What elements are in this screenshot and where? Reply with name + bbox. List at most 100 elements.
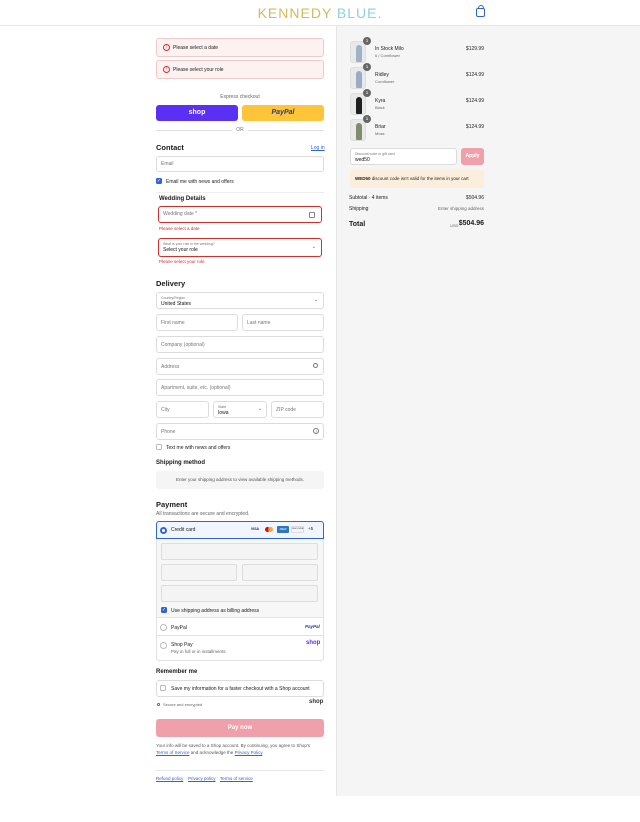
privacy-policy-link[interactable]: Privacy policy: [188, 776, 216, 781]
wedding-date-field[interactable]: Wedding date *: [158, 206, 322, 223]
quantity-badge: 1: [363, 89, 371, 97]
pay-now-button[interactable]: Pay now: [156, 719, 324, 737]
shop-pay-sublabel: Pay in full or in installments: [171, 649, 226, 654]
alert-icon: !: [163, 44, 170, 51]
apartment-field[interactable]: Apartment, suite, etc. (optional): [156, 379, 324, 396]
product-variant: Cornflower: [375, 79, 395, 84]
quantity-badge: 1: [363, 63, 371, 71]
chevron-down-icon: ⌄: [311, 244, 316, 250]
text-news-checkbox[interactable]: [156, 444, 162, 450]
apply-discount-button[interactable]: Apply: [461, 148, 484, 165]
total-label: Total: [349, 221, 366, 228]
shop-pay-radio[interactable]: [160, 642, 167, 649]
header: KENNEDY BLUE.: [0, 0, 640, 26]
terms-of-service-link[interactable]: Terms of service: [220, 776, 253, 781]
name-on-card-field[interactable]: [161, 585, 318, 602]
paypal-logo: PayPal: [305, 624, 320, 629]
state-value: Iowa: [218, 410, 229, 416]
shopping-bag-icon[interactable]: [476, 5, 485, 17]
more-brands-label: +5: [308, 526, 314, 531]
payment-title: Payment: [156, 500, 188, 509]
shipping-method-note: Enter your shipping address to view avai…: [156, 471, 324, 489]
company-field[interactable]: Company (optional): [156, 336, 324, 353]
email-news-checkbox[interactable]: ✓: [156, 178, 162, 184]
cart-item: 1 Kyra Black $124.99: [350, 89, 484, 115]
email-news-label: Email me with news and offers: [166, 179, 234, 185]
card-number-field[interactable]: [161, 543, 318, 560]
role-error-banner-text: Please select your role: [173, 67, 224, 73]
product-price: $129.99: [465, 46, 484, 52]
refund-policy-link[interactable]: Refund policy: [156, 776, 183, 781]
billing-same-checkbox[interactable]: ✓: [161, 607, 167, 613]
save-info-checkbox[interactable]: [160, 685, 166, 691]
wedding-role-select[interactable]: What is your role in the wedding? Select…: [158, 238, 322, 257]
phone-field[interactable]: Phone: [156, 423, 324, 440]
delivery-title: Delivery: [156, 279, 186, 288]
product-image: [350, 41, 366, 63]
city-field[interactable]: City: [156, 401, 209, 418]
paypal-button[interactable]: PayPal: [242, 105, 324, 121]
or-label: OR: [236, 127, 244, 133]
search-icon: [313, 363, 318, 368]
chevron-down-icon: ⌄: [313, 297, 318, 303]
discount-value: wed50: [355, 157, 370, 163]
expiration-field[interactable]: [161, 564, 237, 581]
shop-logo: shop: [309, 699, 324, 705]
address-field[interactable]: Address: [156, 358, 324, 375]
calendar-icon[interactable]: [309, 212, 315, 218]
email-field[interactable]: Email: [156, 156, 324, 172]
country-select[interactable]: Country/Region United States ⌄: [156, 292, 324, 309]
chevron-down-icon: ⌄: [257, 406, 262, 412]
brand-logo[interactable]: KENNEDY BLUE.: [0, 5, 640, 21]
text-news-label: Text me with news and offers: [166, 445, 231, 451]
login-link[interactable]: Log in: [311, 145, 325, 151]
product-price: $124.99: [465, 124, 484, 130]
subtotal-label: Subtotal · 4 items: [349, 195, 388, 201]
role-error-text: Please select your role: [159, 259, 205, 264]
quantity-badge: 1: [363, 115, 371, 123]
terms-link[interactable]: Terms of Service: [156, 750, 190, 755]
last-name-field[interactable]: Last name: [242, 314, 324, 331]
order-summary-panel: [336, 26, 640, 796]
zip-field[interactable]: ZIP code: [271, 401, 324, 418]
shop-pay-label: Shop Pay: [171, 642, 193, 648]
mastercard-icon: [264, 526, 275, 533]
date-error-banner: ! Please select a date: [156, 38, 324, 57]
privacy-link[interactable]: Privacy Policy: [235, 750, 263, 755]
product-image: [350, 119, 366, 141]
dress-icon: [356, 71, 362, 88]
country-value: United States: [161, 301, 192, 307]
save-info-label: Save my information for a faster checkou…: [171, 686, 310, 692]
shipping-label: Shipping: [349, 206, 369, 212]
legal-and: and acknowledge the: [190, 750, 234, 755]
security-code-field[interactable]: [242, 564, 318, 581]
discount-warning: WED50 discount code isn't valid for the …: [350, 170, 484, 188]
state-caption: State: [218, 405, 227, 409]
express-checkout-label: Express checkout: [220, 94, 260, 100]
product-image: [350, 93, 366, 115]
credit-card-radio[interactable]: [160, 527, 167, 534]
shop-pay-button[interactable]: shop: [156, 105, 238, 121]
total-value: $504.96: [458, 220, 484, 227]
first-name-field[interactable]: First name: [156, 314, 238, 331]
legal-line: Your info will be saved to a Shop accoun…: [156, 743, 311, 748]
discount-caption: Discount code or gift card: [355, 152, 395, 156]
product-name: In Stock Milo: [375, 46, 404, 52]
footer-divider: [156, 770, 324, 771]
help-icon[interactable]: ?: [313, 428, 319, 434]
lock-icon: [157, 703, 160, 706]
remember-me-title: Remember me: [156, 669, 198, 675]
product-variant: 6 / Cornflower: [375, 53, 400, 58]
billing-same-label: Use shipping address as billing address: [171, 608, 260, 614]
product-image: [350, 67, 366, 89]
amex-icon: AMEX: [277, 526, 289, 533]
product-variant: Black: [375, 105, 385, 110]
paypal-radio[interactable]: [160, 624, 167, 631]
divider: [156, 130, 232, 131]
role-select-caption: What is your role in the wedding?: [163, 242, 215, 246]
contact-title: Contact: [156, 143, 184, 152]
state-select[interactable]: State Iowa ⌄: [213, 401, 267, 418]
discount-code-field[interactable]: Discount code or gift card wed50: [350, 148, 457, 165]
country-caption: Country/Region: [161, 296, 186, 300]
role-error-banner: ! Please select your role: [156, 60, 324, 79]
